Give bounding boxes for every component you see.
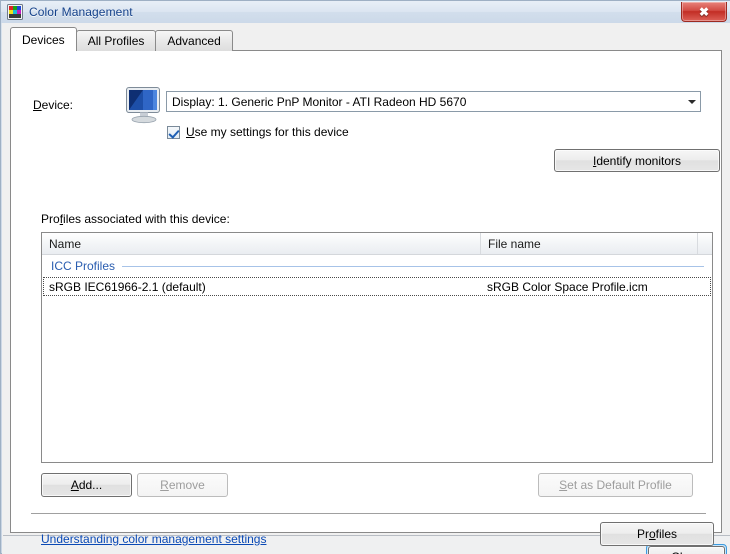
section-divider [31,513,706,514]
tab-strip: Devices All Profiles Advanced [10,27,233,51]
profiles-list-header: Name File name [42,233,712,255]
column-header-file-name[interactable]: File name [481,233,698,254]
identify-monitors-label: Identify monitors [592,153,682,168]
profiles-button[interactable]: Profiles [600,522,714,546]
device-select[interactable]: Display: 1. Generic PnP Monitor - ATI Ra… [166,91,701,112]
tab-advanced[interactable]: Advanced [155,30,233,51]
client-area: Devices All Profiles Advanced Device: Di… [2,23,730,554]
checkbox-indicator[interactable] [167,125,180,139]
device-select-value: Display: 1. Generic PnP Monitor - ATI Ra… [172,94,467,109]
add-profile-button[interactable]: Add... [41,473,132,497]
chevron-down-icon[interactable] [683,92,700,111]
monitor-icon [123,84,165,124]
use-my-settings-label: Use my settings for this device [186,125,349,139]
list-group-title: ICC Profiles [51,259,116,273]
devices-tab-panel: Device: Display: 1. Generic PnP Monitor … [10,50,722,546]
set-as-default-profile-label: Set as Default Profile [559,478,672,492]
list-item[interactable]: sRGB IEC61966-2.1 (default) sRGB Color S… [43,277,711,296]
tab-all-profiles[interactable]: All Profiles [75,30,157,51]
list-group-divider [122,265,704,267]
profile-name-cell: sRGB IEC61966-2.1 (default) [49,279,206,294]
close-icon: ✖ [698,4,710,19]
close-button-label: Close [671,550,702,554]
color-management-icon [7,4,23,20]
use-my-settings-checkbox[interactable]: Use my settings for this device [167,125,349,139]
set-as-default-profile-button: Set as Default Profile [538,473,693,497]
close-button[interactable]: Close [648,546,725,554]
column-header-name[interactable]: Name [42,233,481,254]
column-header-spacer[interactable] [698,233,712,254]
tab-all-profiles-label: All Profiles [87,34,145,48]
window-frame: Color Management ✖ Devices All Profiles … [0,0,730,554]
tab-devices[interactable]: Devices [10,27,77,51]
window-title: Color Management [29,5,133,19]
tab-advanced-label: Advanced [167,34,221,48]
remove-profile-label: Remove [160,478,205,492]
profiles-list[interactable]: Name File name ICC Profiles sRGB IEC6196… [41,232,713,463]
tab-devices-label: Devices [22,32,65,47]
remove-profile-button: Remove [137,473,228,497]
color-management-window: Color Management ✖ Devices All Profiles … [0,0,730,554]
profiles-button-label: Profiles [636,527,678,541]
close-window-button[interactable]: ✖ [681,2,727,22]
device-label: Device: [33,98,74,112]
title-bar[interactable]: Color Management ✖ [1,1,730,23]
understanding-color-management-link[interactable]: Understanding color management settings [41,532,266,546]
add-profile-label: Add... [70,478,103,492]
identify-monitors-button[interactable]: Identify monitors [554,149,720,172]
profile-file-name-cell: sRGB Color Space Profile.icm [487,279,648,294]
list-group-header-icc-profiles: ICC Profiles [42,255,712,277]
profiles-associated-label: Profiles associated with this device: [41,212,230,226]
